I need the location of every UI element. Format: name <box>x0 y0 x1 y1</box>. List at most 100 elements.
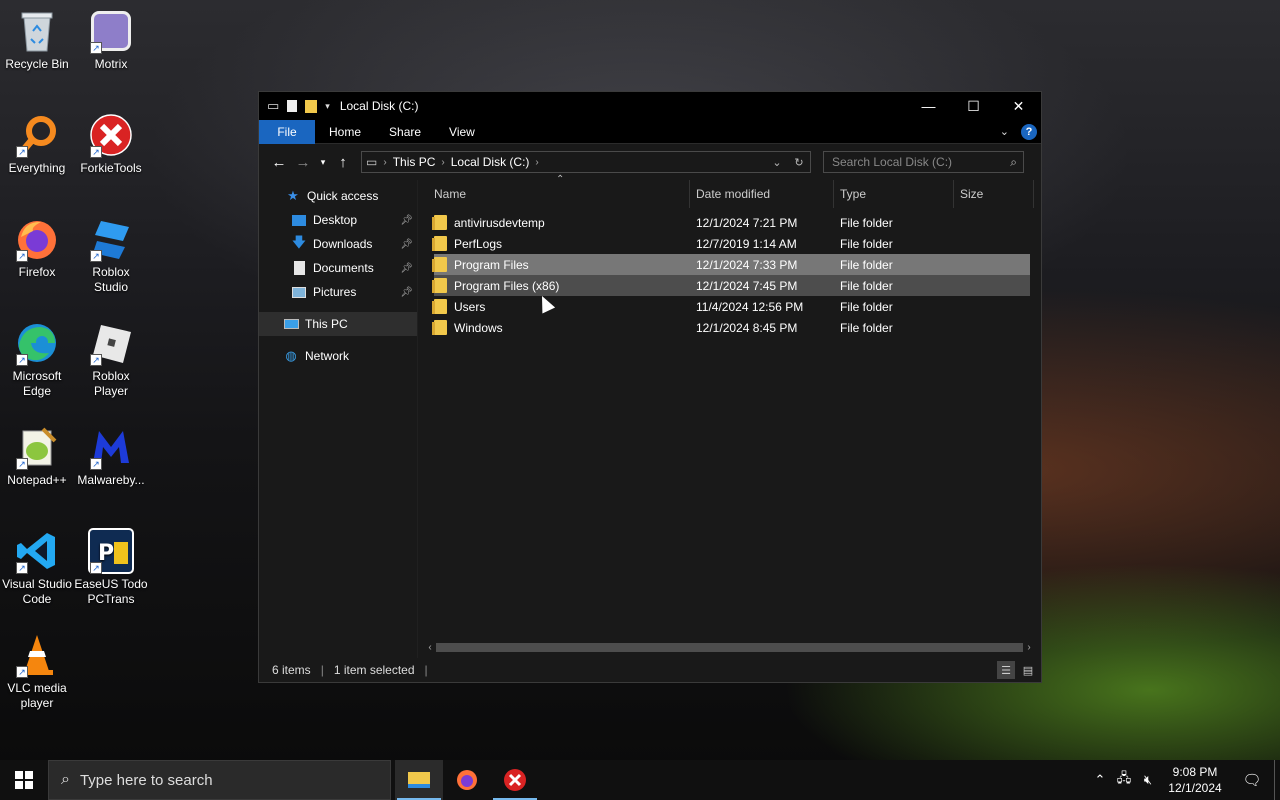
show-desktop-button[interactable] <box>1274 760 1280 800</box>
desktop-icon-recycle-bin[interactable]: Recycle Bin <box>0 8 74 72</box>
scroll-right-icon[interactable]: › <box>1023 642 1035 653</box>
file-row-selected[interactable]: Program Files 12/1/2024 7:33 PM File fol… <box>432 254 1030 275</box>
folder-icon <box>432 257 447 272</box>
file-list-pane[interactable]: ⌃ Name Date modified Type Size antivirus… <box>417 174 1041 658</box>
nav-documents[interactable]: Documents 📌︎ <box>259 256 417 280</box>
recent-locations-button[interactable]: ▾ <box>315 150 331 174</box>
minimize-button[interactable]: — <box>906 92 951 120</box>
close-button[interactable]: ✕ <box>996 92 1041 120</box>
desktop-icon-vscode[interactable]: ↗ Visual Studio Code <box>0 528 74 607</box>
desktop-icon-roblox-player[interactable]: ↗ Roblox Player <box>74 320 148 399</box>
desktop-icon-malwarebytes[interactable]: ↗ Malwareby... <box>74 424 148 488</box>
desktop-icon-motrix[interactable]: ↗ Motrix <box>74 8 148 72</box>
scrollbar-thumb[interactable] <box>436 642 1023 652</box>
sort-ascending-icon: ⌃ <box>556 174 565 185</box>
desktop-icon-label: Everything <box>8 161 66 175</box>
taskbar-forkietools[interactable] <box>491 760 539 800</box>
file-name: Users <box>454 299 486 314</box>
taskbar-file-explorer[interactable] <box>395 760 443 800</box>
address-history-dropdown[interactable]: ⌄ <box>766 156 788 169</box>
file-type: File folder <box>840 257 893 272</box>
breadcrumb-separator: › <box>535 156 539 168</box>
taskbar-search-box[interactable]: ⌕ Type here to search <box>48 760 391 800</box>
file-name: antivirusdevtemp <box>454 215 545 230</box>
file-row[interactable]: antivirusdevtemp 12/1/2024 7:21 PM File … <box>432 212 1030 233</box>
nav-label: Quick access <box>307 189 379 203</box>
address-bar[interactable]: ▭ › This PC › Local Disk (C:) › ⌄ ↻ <box>361 151 811 173</box>
clock[interactable]: 9:08 PM 12/1/2024 <box>1160 764 1230 796</box>
up-button[interactable]: ↑ <box>331 150 355 174</box>
nav-network[interactable]: ◍ Network <box>259 344 417 368</box>
nav-label: Downloads <box>313 237 373 251</box>
horizontal-scrollbar[interactable]: ‹ › <box>424 640 1035 654</box>
file-row-hovered[interactable]: Program Files (x86) 12/1/2024 7:45 PM Fi… <box>432 275 1030 296</box>
nav-label: Network <box>305 349 350 363</box>
network-status-icon[interactable]: 🖧︎ <box>1112 769 1136 791</box>
folder-icon <box>432 215 447 230</box>
file-date: 12/1/2024 7:45 PM <box>696 278 798 293</box>
desktop-icon-easeus[interactable]: P ↗ EaseUS Todo PCTrans <box>74 528 148 607</box>
forward-button[interactable]: → <box>291 150 315 174</box>
desktop-icon-vlc[interactable]: ↗ VLC media player <box>0 632 74 711</box>
desktop-icon-notepadpp[interactable]: ↗ Notepad++ <box>0 424 74 488</box>
show-hidden-icons-icon[interactable]: ⌃ <box>1088 772 1112 788</box>
customize-toolbar-icon[interactable]: ▾ <box>325 101 330 112</box>
desktop-icon-everything[interactable]: ↗ Everything <box>0 112 74 176</box>
file-row[interactable]: Windows 12/1/2024 8:45 PM File folder <box>432 317 1030 338</box>
nav-this-pc[interactable]: This PC <box>259 312 417 336</box>
details-view-icon[interactable]: ☰ <box>997 661 1015 679</box>
start-button[interactable] <box>0 760 48 800</box>
refresh-icon[interactable]: ↻ <box>788 156 810 169</box>
desktop-icon-forkietools[interactable]: ↗ ForkieTools <box>74 112 148 176</box>
firefox-icon <box>457 770 477 790</box>
column-name[interactable]: Name <box>418 180 690 208</box>
folder-icon <box>432 320 447 335</box>
properties-icon[interactable] <box>287 100 298 112</box>
tab-home[interactable]: Home <box>315 120 375 144</box>
desktop-icon-label: Malwareby... <box>77 473 145 487</box>
column-date-modified[interactable]: Date modified <box>690 180 834 208</box>
tab-file[interactable]: File <box>259 119 315 144</box>
notifications-icon[interactable]: 🗨︎ <box>1230 771 1274 789</box>
maximize-button[interactable]: ☐ <box>951 92 996 120</box>
file-name: Program Files (x86) <box>454 278 560 293</box>
back-button[interactable]: ← <box>267 150 291 174</box>
file-date: 12/7/2019 1:14 AM <box>696 236 797 251</box>
volume-muted-icon[interactable]: 🔇︎ <box>1136 772 1160 788</box>
breadcrumb-this-pc[interactable]: This PC <box>387 155 442 169</box>
column-type[interactable]: Type <box>834 180 954 208</box>
item-count: 6 items <box>272 663 311 677</box>
tab-share[interactable]: Share <box>375 120 435 144</box>
desktop-icon-label: Roblox Studio <box>92 265 130 294</box>
file-row[interactable]: PerfLogs 12/7/2019 1:14 AM File folder <box>432 233 1030 254</box>
expand-ribbon-icon[interactable]: ⌄ <box>1000 125 1009 138</box>
nav-quick-access[interactable]: ★ Quick access <box>259 184 417 208</box>
desktop-icon-edge[interactable]: ↗ Microsoft Edge <box>0 320 74 399</box>
file-row[interactable]: Users 11/4/2024 12:56 PM File folder <box>432 296 1030 317</box>
file-date: 11/4/2024 12:56 PM <box>696 299 804 314</box>
search-box[interactable]: Search Local Disk (C:) ⌕ <box>823 151 1024 173</box>
taskbar-firefox[interactable] <box>443 760 491 800</box>
nav-downloads[interactable]: 🡇 Downloads 📌︎ <box>259 232 417 256</box>
breadcrumb-local-disk[interactable]: Local Disk (C:) <box>445 155 536 169</box>
desktop-icon-roblox-studio[interactable]: ↗ Roblox Studio <box>74 216 148 295</box>
recycle-bin-icon <box>14 8 60 54</box>
scroll-left-icon[interactable]: ‹ <box>424 642 436 653</box>
file-type: File folder <box>840 236 893 251</box>
nav-pictures[interactable]: Pictures 📌︎ <box>259 280 417 304</box>
new-folder-icon[interactable] <box>305 99 318 113</box>
tab-view[interactable]: View <box>435 120 489 144</box>
desktop-icon-label: VLC media player <box>7 681 67 710</box>
title-bar[interactable]: ▭ ▾ Local Disk (C:) — ☐ ✕ <box>259 92 1041 120</box>
column-size[interactable]: Size <box>954 180 1034 208</box>
motrix-icon: ↗ <box>88 8 134 54</box>
computer-icon <box>283 316 299 332</box>
nav-desktop[interactable]: Desktop 📌︎ <box>259 208 417 232</box>
desktop-icon-label: Recycle Bin <box>5 57 69 71</box>
desktop-icon-firefox[interactable]: ↗ Firefox <box>0 216 74 280</box>
large-icons-view-icon[interactable]: ▤ <box>1019 661 1037 679</box>
view-switcher: ☰ ▤ <box>997 661 1037 679</box>
file-explorer-window[interactable]: ▭ ▾ Local Disk (C:) — ☐ ✕ File Home Shar… <box>258 91 1042 683</box>
help-icon[interactable]: ? <box>1021 123 1037 140</box>
file-name: PerfLogs <box>454 236 503 251</box>
